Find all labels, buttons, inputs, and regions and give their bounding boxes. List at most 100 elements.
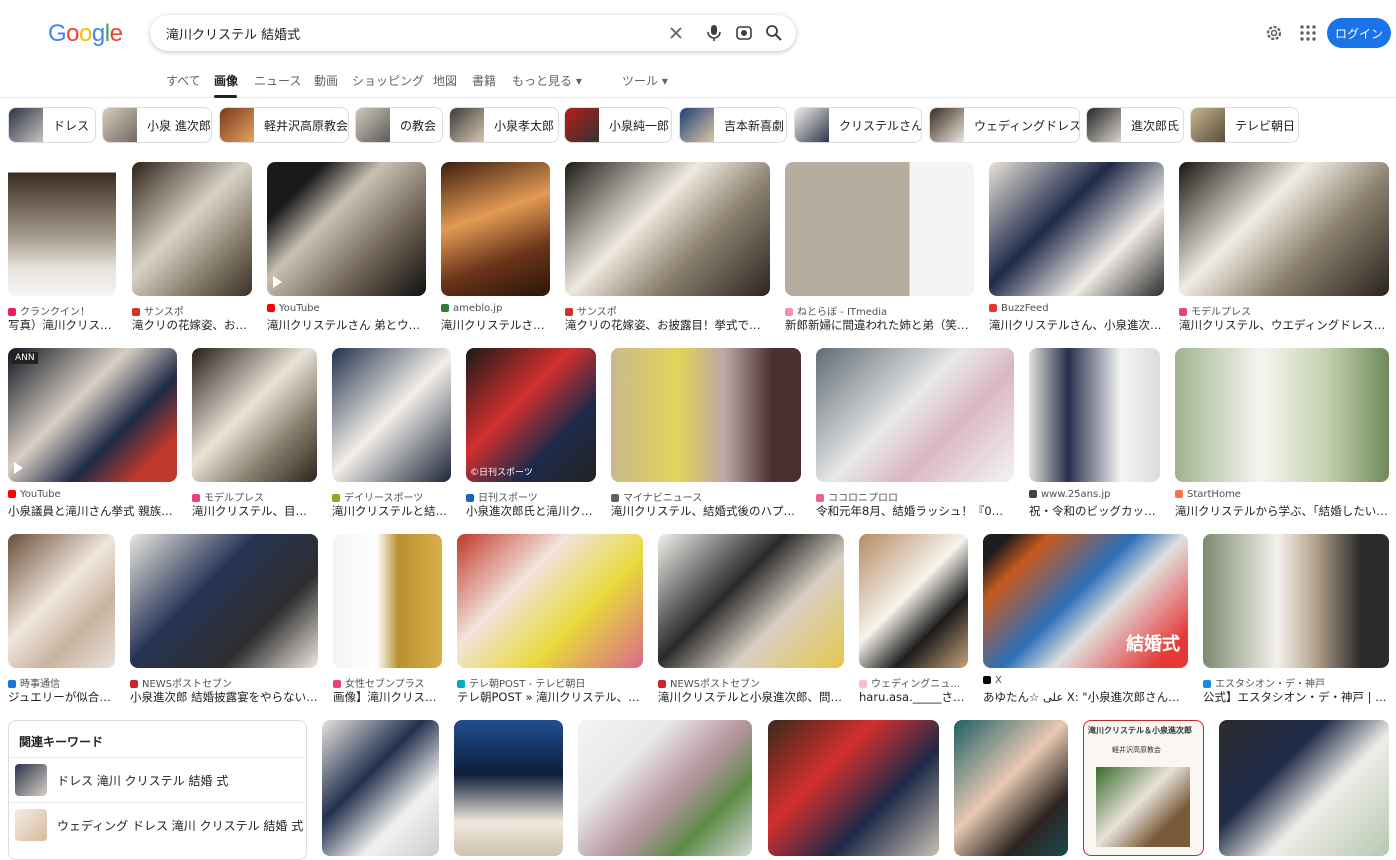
image-result[interactable] [611,348,801,482]
search-icon[interactable] [764,23,784,43]
result-title[interactable]: 滝川クリステル、結婚式後のハプニ… [611,503,801,519]
tab-maps[interactable]: 地図 [433,72,457,89]
result-title[interactable]: ジュエリーが似合… [8,689,115,705]
clear-icon[interactable] [666,23,686,43]
image-result[interactable] [8,162,116,296]
chip-yoshimoto[interactable]: 吉本新喜劇 [679,107,787,143]
chip-label: クリステルさん [839,119,922,133]
result-title[interactable]: 滝川クリステルさ… [441,317,550,333]
chip-karuizawa-church[interactable]: 軽井沢高原教会 [219,107,349,143]
image-result[interactable] [1219,720,1389,856]
chip-label: 進次郎氏 [1131,119,1180,133]
image-result[interactable] [989,162,1164,296]
image-result[interactable] [8,534,115,668]
result-source: マイナビニュース [611,489,801,504]
tab-all[interactable]: すべて [166,72,201,89]
favicon-icon [983,676,991,684]
favicon-icon [565,308,573,316]
image-result[interactable] [192,348,317,482]
image-result[interactable] [332,348,451,482]
tab-images[interactable]: 画像 [214,72,238,89]
gear-icon[interactable] [1264,23,1284,43]
image-result[interactable] [457,534,643,668]
chip-koizumi-junichiro[interactable]: 小泉純一郎 [564,107,672,143]
related-keyword-label: ドレス 滝川 クリステル 結婚 式 [57,774,229,788]
result-title[interactable]: 滝川クリステルと結… [332,503,451,519]
chip-koizumi-shinjiro[interactable]: 小泉 進次郎 [102,107,212,143]
apps-grid-icon[interactable] [1298,23,1318,43]
login-button[interactable]: ログイン [1327,18,1391,48]
favicon-icon [1203,680,1211,688]
image-result[interactable] [1175,348,1389,482]
result-title[interactable]: 小泉進次郎 結婚披露宴をやらない… [130,689,318,705]
result-title[interactable]: 滝川クリステル、目潤… [192,503,317,519]
camera-lens-icon[interactable] [734,23,754,43]
favicon-icon [333,680,341,688]
result-title[interactable]: 祝・令和のビッグカッ… [1029,503,1160,519]
tab-books[interactable]: 書籍 [472,72,496,89]
image-result[interactable] [322,720,439,856]
result-source: StartHome [1175,489,1389,500]
image-result[interactable] [816,348,1014,482]
result-source: 女性セブンプラス [333,675,442,690]
chip-tv-asahi[interactable]: テレビ朝日 [1190,107,1299,143]
image-result[interactable] [954,720,1068,856]
result-title[interactable]: 画像】滝川クリス… [333,689,442,705]
image-result[interactable] [441,162,550,296]
image-result[interactable] [1029,348,1160,482]
related-keyword-item[interactable]: ウェディング ドレス 滝川 クリステル 結婚 式 [9,802,306,847]
header: Google ログイン [0,0,1396,66]
result-title[interactable]: haru.asa._____さん… [859,689,968,705]
result-title[interactable]: 滝クリの花嫁姿、お… [132,317,252,333]
image-result[interactable] [333,534,442,668]
image-result[interactable] [768,720,939,856]
result-title[interactable]: あゆたん☆ علی X: "小泉進次郎さん&滝… [983,689,1188,705]
image-result[interactable] [1179,162,1389,296]
result-title[interactable]: 小泉進次郎氏と滝川ク… [466,503,596,519]
chip-shinjiro-shi[interactable]: 進次郎氏 [1086,107,1184,143]
tab-more[interactable]: もっと見る ▾ [512,72,582,89]
image-result[interactable] [578,720,752,856]
google-logo[interactable]: Google [48,20,123,48]
chip-wedding-dress[interactable]: ウェディングドレス [929,107,1080,143]
image-result[interactable] [267,162,426,296]
chip-koizumi-kotaro[interactable]: 小泉孝太郎 [449,107,559,143]
image-result[interactable] [132,162,252,296]
tab-tools[interactable]: ツール ▾ [622,72,668,89]
favicon-icon [816,494,824,502]
favicon-icon [457,680,465,688]
result-title[interactable]: 令和元年8月、結婚ラッシュ！『0字… [816,503,1014,519]
tab-news[interactable]: ニュース [254,72,301,89]
chip-church[interactable]: の教会 [355,107,443,143]
image-result[interactable] [454,720,563,856]
image-result[interactable] [1203,534,1389,668]
image-result[interactable] [859,534,968,668]
result-title[interactable]: 小泉議員と滝川さん挙式 親族ら… [8,503,177,519]
result-title[interactable]: 滝川クリステルさん 弟とウエ… [267,317,426,333]
microphone-icon[interactable] [704,23,724,43]
result-title[interactable]: 新郎新婦に間違われた姉と弟（笑）… [785,317,974,333]
favicon-icon [267,304,275,312]
chip-dress[interactable]: ドレス [8,107,96,143]
tab-shopping[interactable]: ショッピング [352,72,424,89]
result-title[interactable]: 滝川クリステル、ウエディングドレス姿… [1179,317,1389,333]
image-result[interactable] [658,534,844,668]
result-title[interactable]: テレ朝POST » 滝川クリステル、結… [457,689,643,705]
chip-christel-san[interactable]: クリステルさん [794,107,922,143]
image-result[interactable] [565,162,770,296]
image-result[interactable] [785,162,974,296]
related-keyword-item[interactable]: ドレス 滝川 クリステル 結婚 式 [9,757,306,802]
result-title[interactable]: 写真）滝川クリス… [8,317,116,333]
result-title[interactable]: 滝川クリステルと小泉進次郎、問… [658,689,844,705]
tab-videos[interactable]: 動画 [314,72,338,89]
result-title[interactable]: 滝川クリステルさん、小泉進次… [989,317,1164,333]
result-title[interactable]: 滝川クリステルから学ぶ、「結婚したい… [1175,503,1389,519]
result-title[interactable]: 滝クリの花嫁姿、お披露目！挙式で「… [565,317,770,333]
search-input[interactable] [166,21,646,45]
image-result[interactable]: 滝川クリステル＆小泉進次郎 軽井沢高原教会 [1083,720,1204,856]
result-title[interactable]: 公式】エスタシオン・デ・神戸 | … [1203,689,1389,705]
image-result[interactable]: ANN [8,348,177,482]
image-result[interactable]: 結婚式 [983,534,1188,668]
image-result[interactable] [130,534,318,668]
image-result[interactable]: ©日刊スポーツ [466,348,596,482]
